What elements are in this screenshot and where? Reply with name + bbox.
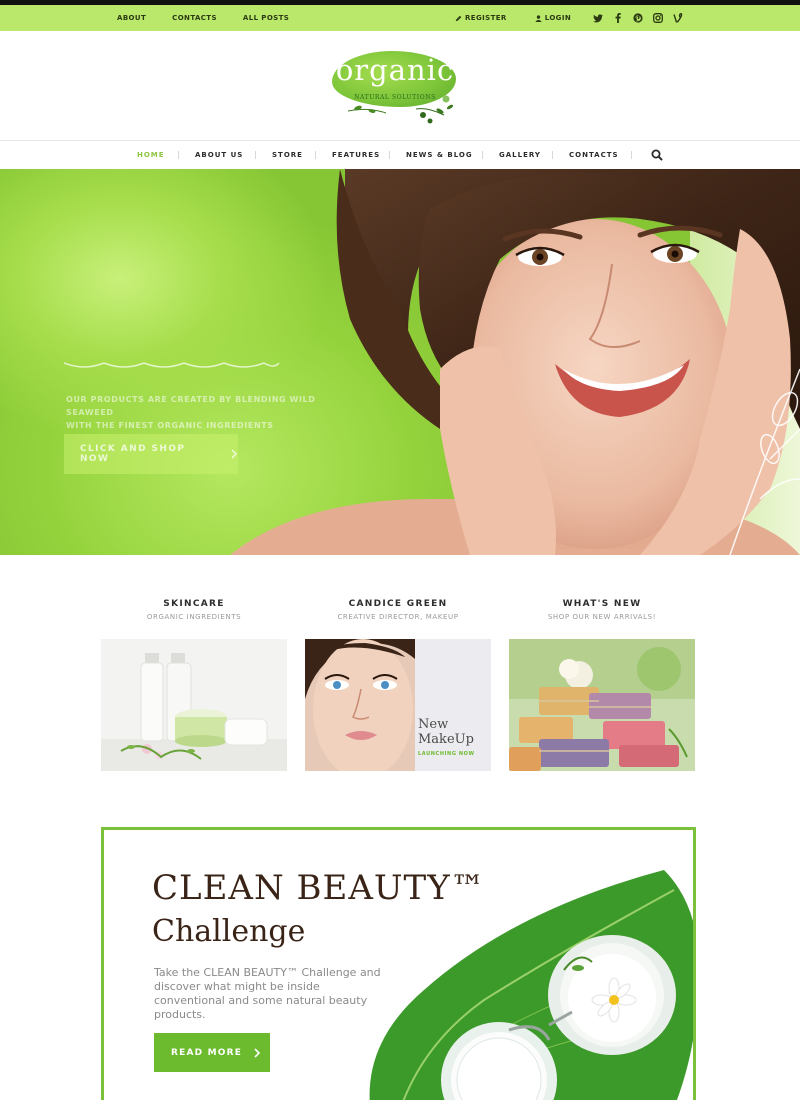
nav-separator xyxy=(482,151,483,159)
nav-item-about-us[interactable]: ABOUT US xyxy=(195,141,243,169)
hero-subtitle-line1: OUR PRODUCTS ARE CREATED BY BLENDING WIL… xyxy=(66,395,316,417)
makeup-overlay-title2: MakeUp xyxy=(418,732,474,747)
feature-subtitle: CREATIVE DIRECTOR, MAKEUP xyxy=(337,613,459,621)
nav-separator xyxy=(552,151,553,159)
shop-now-button[interactable]: CLICK AND SHOP NOW xyxy=(64,434,238,474)
instagram-icon[interactable] xyxy=(648,5,668,31)
logo-word: organic xyxy=(335,53,455,87)
top-bar: ABOUT CONTACTS ALL POSTS REGISTER LOGIN xyxy=(0,5,800,31)
main-nav: HOME ABOUT US STORE FEATURES NEWS & BLOG… xyxy=(0,140,800,169)
feature-title: CANDICE GREEN xyxy=(348,599,448,609)
account-links: REGISTER LOGIN xyxy=(455,5,599,31)
nav-separator xyxy=(255,151,256,159)
makeup-image[interactable]: New MakeUp LAUNCHING NOW xyxy=(305,639,491,771)
nav-separator xyxy=(178,151,179,159)
feature-subtitle: ORGANIC INGREDIENTS xyxy=(146,613,242,621)
nav-item-gallery[interactable]: GALLERY xyxy=(499,141,541,169)
pinterest-icon[interactable] xyxy=(628,5,648,31)
top-link-about[interactable]: ABOUT xyxy=(117,14,146,22)
feature-whats-new: WHAT'S NEW SHOP OUR NEW ARRIVALS! xyxy=(509,599,695,621)
register-label: REGISTER xyxy=(465,14,507,22)
hero-subtitle-line2: WITH THE FINEST ORGANIC INGREDIENTS xyxy=(66,421,274,430)
hero-banner: OUR PRODUCTS ARE CREATED BY BLENDING WIL… xyxy=(0,169,800,555)
nav-item-news-blog[interactable]: NEWS & BLOG xyxy=(406,141,473,169)
register-link[interactable]: REGISTER xyxy=(455,14,507,22)
nav-separator xyxy=(389,151,390,159)
read-more-label: READ MORE xyxy=(171,1047,243,1058)
nav-separator xyxy=(315,151,316,159)
challenge-subtitle: Challenge xyxy=(152,914,306,949)
feature-subtitle: SHOP OUR NEW ARRIVALS! xyxy=(547,613,657,621)
hero-faint-title xyxy=(64,362,280,368)
search-icon[interactable] xyxy=(650,148,664,162)
top-link-contacts[interactable]: CONTACTS xyxy=(172,14,217,22)
feature-skincare: SKINCARE ORGANIC INGREDIENTS xyxy=(101,599,287,621)
makeup-overlay-title: New xyxy=(418,717,449,732)
social-links xyxy=(588,5,688,31)
shop-now-label: CLICK AND SHOP NOW xyxy=(80,444,186,464)
makeup-overlay-sub: LAUNCHING NOW xyxy=(418,751,475,757)
chevron-right-icon xyxy=(231,449,237,459)
nav-separator xyxy=(631,151,632,159)
top-link-all-posts[interactable]: ALL POSTS xyxy=(243,14,289,22)
user-icon xyxy=(535,14,542,22)
nav-item-home[interactable]: HOME xyxy=(137,141,165,169)
skincare-image[interactable] xyxy=(101,639,287,771)
nav-item-contacts[interactable]: CONTACTS xyxy=(569,141,619,169)
chevron-right-icon xyxy=(254,1047,261,1058)
challenge-title: CLEAN BEAUTY™ xyxy=(152,868,486,908)
login-link[interactable]: LOGIN xyxy=(535,14,571,22)
site-header: organic NATURAL SOLUTIONS xyxy=(0,31,800,140)
challenge-description: Take the CLEAN BEAUTY™ Challenge and dis… xyxy=(154,966,381,1021)
read-more-button[interactable]: READ MORE xyxy=(154,1033,270,1072)
clean-beauty-challenge: CLEAN BEAUTY™ Challenge Take the CLEAN B… xyxy=(101,827,696,1100)
login-label: LOGIN xyxy=(544,14,572,22)
nav-item-store[interactable]: STORE xyxy=(272,141,303,169)
organic-logo[interactable]: organic NATURAL SOLUTIONS xyxy=(328,49,462,125)
facebook-icon[interactable] xyxy=(608,5,628,31)
logo-tagline: NATURAL SOLUTIONS xyxy=(354,94,436,101)
nav-item-features[interactable]: FEATURES xyxy=(332,141,380,169)
top-links: ABOUT CONTACTS ALL POSTS xyxy=(117,5,315,31)
twitter-icon[interactable] xyxy=(588,5,608,31)
whats-new-image[interactable] xyxy=(509,639,695,771)
pencil-icon xyxy=(455,15,462,21)
feature-title: SKINCARE xyxy=(163,599,225,609)
vine-icon[interactable] xyxy=(668,5,688,31)
feature-title: WHAT'S NEW xyxy=(562,599,642,609)
makeup-overlay: New MakeUp LAUNCHING NOW xyxy=(418,717,475,762)
feature-candice-green: CANDICE GREEN CREATIVE DIRECTOR, MAKEUP xyxy=(305,599,491,621)
hero-subtitle: OUR PRODUCTS ARE CREATED BY BLENDING WIL… xyxy=(66,393,366,432)
